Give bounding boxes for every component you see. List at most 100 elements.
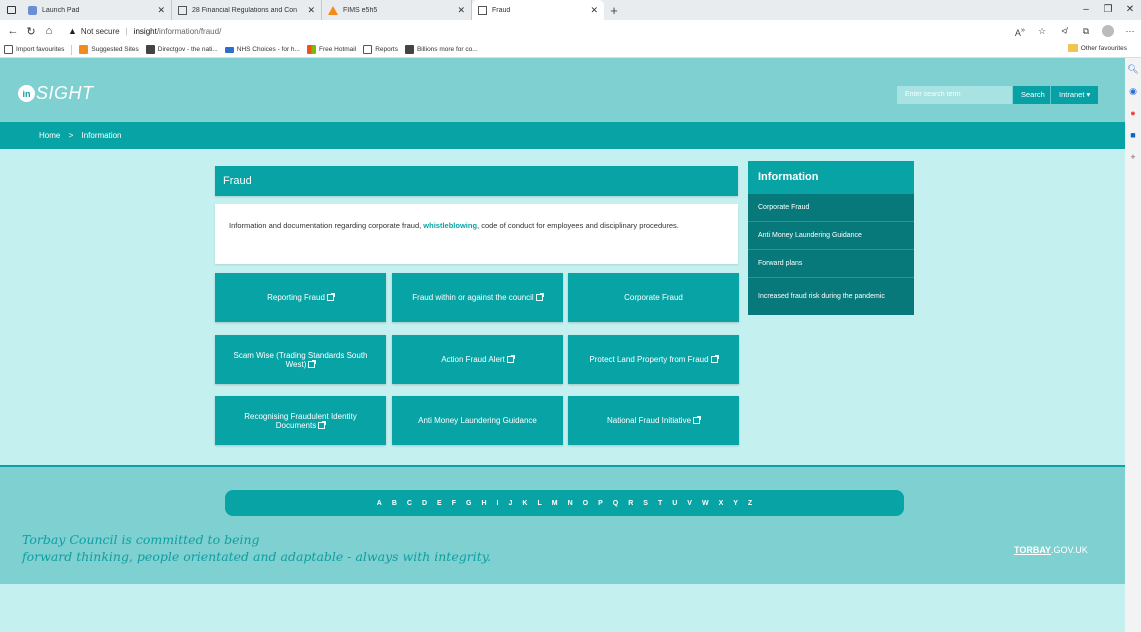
sidebar-item-anti-money-laundering[interactable]: Anti Money Laundering Guidance	[748, 221, 914, 249]
favourite-hotmail[interactable]: Free Hotmail	[306, 45, 356, 54]
tile-national-fraud-initiative[interactable]: National Fraud Initiative	[568, 396, 739, 445]
tile-anti-money-laundering[interactable]: Anti Money Laundering Guidance	[392, 396, 563, 445]
az-letter[interactable]: Q	[613, 500, 618, 507]
tile-protect-land-property[interactable]: Protect Land Property from Fraud	[568, 335, 739, 384]
close-icon[interactable]: ✕	[157, 5, 165, 16]
tile-scam-wise[interactable]: Scam Wise (Trading Standards South West)	[215, 335, 386, 384]
outlook-icon[interactable]: ■	[1125, 124, 1141, 146]
read-aloud-icon[interactable]: A»	[1009, 25, 1031, 38]
sidebar-item-forward-plans[interactable]: Forward plans	[748, 249, 914, 277]
az-letter[interactable]: C	[407, 500, 412, 507]
az-letter[interactable]: J	[508, 500, 512, 507]
profile-avatar[interactable]	[1102, 25, 1114, 37]
tab-title: Launch Pad	[42, 6, 80, 14]
favourite-label: Reports	[375, 46, 398, 53]
tile-label: Protect Land Property from Fraud	[589, 355, 719, 364]
favourite-label: Suggested Sites	[91, 46, 139, 53]
home-icon[interactable]: ⌂	[40, 25, 58, 37]
new-tab-button[interactable]: +	[604, 0, 624, 20]
insight-logo[interactable]: in SIGHT	[18, 83, 94, 104]
az-letter[interactable]: B	[392, 500, 397, 507]
favourite-nhs[interactable]: NHS Choices - for h...	[224, 46, 300, 53]
az-letter[interactable]: Z	[748, 500, 752, 507]
restore-icon[interactable]: ❐	[1097, 0, 1119, 20]
az-letter[interactable]: F	[452, 500, 456, 507]
favourite-import[interactable]: Import favourites	[4, 45, 64, 54]
az-letter[interactable]: N	[568, 500, 573, 507]
back-icon[interactable]: ←	[4, 25, 22, 37]
breadcrumb-home[interactable]: Home	[39, 131, 60, 140]
az-letter[interactable]: L	[537, 500, 541, 507]
page-icon	[178, 5, 187, 15]
other-favourites[interactable]: Other favourites	[1067, 44, 1127, 52]
close-icon[interactable]: ✕	[590, 5, 598, 16]
tile-fraudulent-identity-documents[interactable]: Recognising Fraudulent Identity Document…	[215, 396, 386, 445]
sidebar-item-corporate-fraud[interactable]: Corporate Fraud	[748, 193, 914, 221]
search-icon[interactable]: 🔍︎	[1125, 58, 1141, 80]
tab-title: FIMS e5h5	[343, 6, 378, 14]
az-letter[interactable]: U	[672, 500, 677, 507]
tile-label: Fraud within or against the council	[412, 293, 544, 302]
tile-action-fraud-alert[interactable]: Action Fraud Alert	[392, 335, 563, 384]
close-icon[interactable]: ✕	[457, 5, 465, 16]
tagline-line: forward thinking, people orientated and …	[22, 549, 492, 564]
add-favourite-icon[interactable]: ☆	[1031, 26, 1053, 37]
tab-actions-button[interactable]	[0, 0, 22, 20]
intranet-menu-button[interactable]: Intranet ▾	[1050, 86, 1099, 104]
close-icon[interactable]: ✕	[307, 5, 315, 16]
close-window-icon[interactable]: ✕	[1119, 0, 1141, 20]
shopping-icon[interactable]: ●	[1125, 102, 1141, 124]
az-letter[interactable]: O	[583, 500, 588, 507]
favourite-billions[interactable]: Billions more for co...	[404, 45, 478, 54]
whistleblowing-link[interactable]: whistleblowing	[423, 221, 477, 230]
information-panel: Information Corporate Fraud Anti Money L…	[748, 161, 914, 315]
favourite-suggested-sites[interactable]: Suggested Sites	[79, 45, 139, 54]
hotmail-icon	[306, 45, 316, 54]
az-letter[interactable]: W	[702, 500, 709, 507]
favourite-label: Import favourites	[16, 46, 65, 53]
tile-fraud-against-council[interactable]: Fraud within or against the council	[392, 273, 563, 322]
tab-fraud[interactable]: Fraud ✕	[472, 0, 604, 20]
external-link-icon	[308, 359, 317, 368]
tab-fims[interactable]: FIMS e5h5 ✕	[322, 0, 472, 20]
az-letter[interactable]: E	[437, 500, 442, 507]
collections-icon[interactable]: ⧉	[1075, 26, 1097, 37]
az-letter[interactable]: D	[422, 500, 427, 507]
url-host: insight	[133, 26, 157, 36]
az-letter[interactable]: X	[719, 500, 724, 507]
search-input[interactable]	[897, 86, 1012, 104]
az-letter[interactable]: P	[598, 500, 603, 507]
page-icon	[478, 5, 487, 15]
tab-financial-regulations[interactable]: 28 Financial Regulations and Con ✕	[172, 0, 322, 20]
search-button[interactable]: Search	[1013, 86, 1053, 104]
suggested-sites-icon	[79, 45, 89, 54]
favourite-reports[interactable]: Reports	[363, 45, 398, 54]
tab-launch-pad[interactable]: Launch Pad ✕	[22, 0, 172, 20]
add-icon[interactable]: +	[1125, 146, 1141, 168]
tile-corporate-fraud[interactable]: Corporate Fraud	[568, 273, 739, 322]
az-letter[interactable]: R	[628, 500, 633, 507]
gov-uk-word: .GOV.UK	[1051, 545, 1088, 555]
sidebar-item-fraud-risk-pandemic[interactable]: Increased fraud risk during the pandemic	[748, 277, 914, 315]
az-letter[interactable]: T	[658, 500, 662, 507]
torbay-gov-link[interactable]: TORBAY.GOV.UK	[1014, 545, 1088, 555]
favourite-directgov[interactable]: Directgov - the nati...	[145, 45, 218, 54]
az-letter[interactable]: I	[497, 500, 499, 507]
az-letter[interactable]: K	[522, 500, 527, 507]
az-letter[interactable]: Y	[733, 500, 738, 507]
az-letter[interactable]: G	[466, 500, 471, 507]
az-letter[interactable]: H	[481, 500, 486, 507]
breadcrumb: Home > Information	[0, 122, 1125, 149]
more-icon[interactable]: ⋯	[1119, 26, 1141, 37]
az-letter[interactable]: V	[687, 500, 692, 507]
az-letter[interactable]: M	[552, 500, 558, 507]
refresh-icon[interactable]: ↻	[22, 25, 40, 38]
az-letter[interactable]: A	[377, 500, 382, 507]
minimize-icon[interactable]: –	[1075, 0, 1097, 20]
bing-icon[interactable]: ◉	[1125, 80, 1141, 102]
favourites-icon[interactable]: ≮	[1053, 26, 1075, 36]
tab-actions-icon	[6, 6, 16, 14]
az-letter[interactable]: S	[643, 500, 648, 507]
url-field[interactable]: ▲ Not secure | insight /information/frau…	[68, 26, 221, 36]
tile-reporting-fraud[interactable]: Reporting Fraud	[215, 273, 386, 322]
